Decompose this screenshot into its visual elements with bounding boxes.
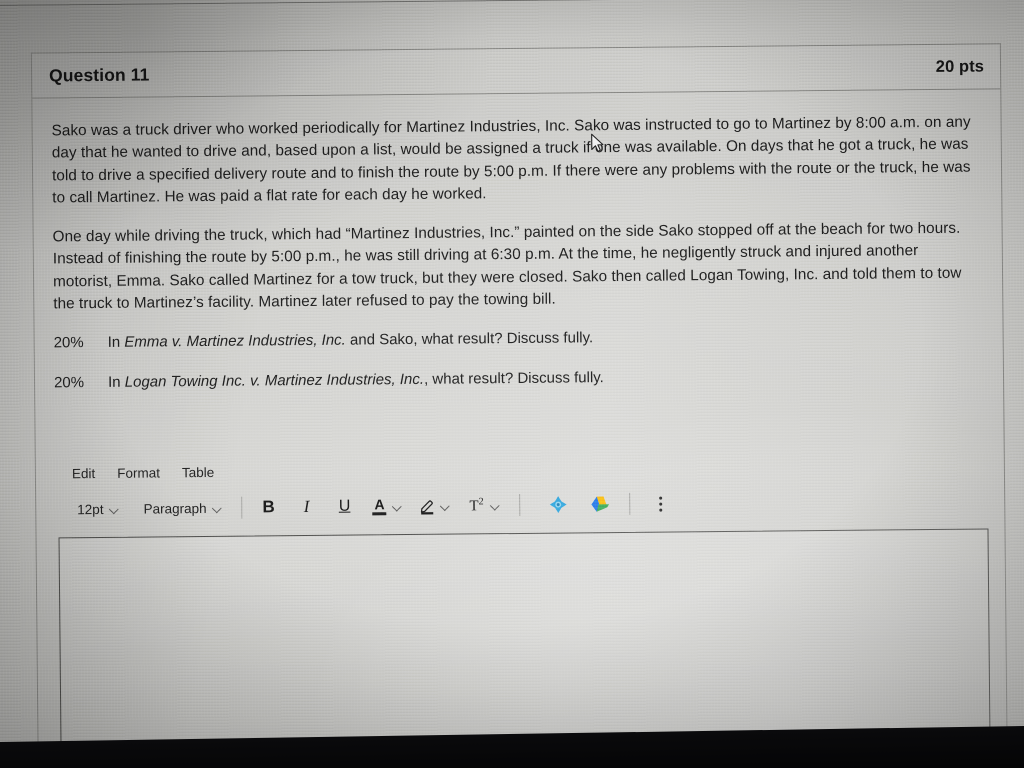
google-drive-icon	[591, 496, 610, 513]
toolbar-separator	[629, 493, 631, 516]
case-citation: Logan Towing Inc. v. Martinez Industries…	[124, 370, 425, 391]
rich-text-editor: Edit Format Table 12pt Paragraph B I U A…	[55, 457, 991, 750]
question-header: Question 11 20 pts	[31, 44, 1001, 99]
block-format-select[interactable]: Paragraph	[137, 498, 230, 520]
chevron-down-icon	[214, 504, 223, 513]
chevron-down-icon	[110, 505, 119, 514]
sub-question-2-percent: 20%	[53, 373, 85, 392]
more-options-kebab-icon	[658, 496, 663, 512]
font-size-value: 12pt	[77, 501, 104, 518]
question-card: Question 11 20 pts Sako was a truck driv…	[30, 43, 1008, 754]
screen-surface: tudents. Question 11 20 pts Sako was a t…	[0, 0, 1024, 768]
menu-item-table[interactable]: Table	[180, 464, 216, 481]
superscript-icon: T2	[469, 496, 484, 515]
toolbar-separator	[519, 494, 521, 517]
highlight-color-button[interactable]	[416, 492, 438, 520]
photographed-monitor-scene: tudents. Question 11 20 pts Sako was a t…	[0, 0, 1024, 768]
chevron-down-icon[interactable]	[394, 502, 403, 511]
text-color-control[interactable]: A	[368, 492, 407, 520]
underline-button[interactable]: U	[329, 493, 359, 521]
case-citation: Emma v. Martinez Industries, Inc.	[124, 331, 346, 351]
sub-question-2-text: In Logan Towing Inc. v. Martinez Industr…	[107, 368, 604, 391]
google-drive-button[interactable]	[585, 490, 615, 518]
text-color-button[interactable]: A	[368, 493, 390, 521]
superscript-control[interactable]: T2	[464, 491, 505, 519]
more-options-button[interactable]	[645, 490, 675, 518]
sub-question-2: 20% In Logan Towing Inc. v. Martinez Ind…	[54, 363, 981, 394]
menu-item-edit[interactable]: Edit	[70, 465, 97, 482]
highlight-color-control[interactable]	[416, 492, 455, 520]
office-365-button[interactable]	[543, 491, 573, 519]
block-format-value: Paragraph	[143, 500, 207, 517]
menu-item-format[interactable]: Format	[115, 465, 162, 482]
sub-question-1-text: In Emma v. Martinez Industries, Inc. and…	[107, 329, 594, 351]
question-body: Sako was a truck driver who worked perio…	[32, 89, 1006, 750]
toolbar-separator	[241, 496, 243, 519]
question-paragraph-1: Sako was a truck driver who worked perio…	[51, 113, 971, 207]
superscript-button[interactable]: T2	[464, 492, 488, 520]
question-points-badge: 20 pts	[935, 56, 985, 76]
text-color-icon: A	[372, 497, 387, 516]
sub-question-1-percent: 20%	[53, 334, 84, 352]
bold-button[interactable]: B	[253, 494, 283, 522]
sub-question-1: 20% In Emma v. Martinez Industries, Inc.…	[54, 323, 981, 354]
font-size-select[interactable]: 12pt	[71, 499, 127, 521]
question-title: Question 11	[48, 63, 150, 85]
italic-button[interactable]: I	[291, 493, 321, 521]
chevron-down-icon[interactable]	[442, 501, 451, 510]
highlighter-pen-icon	[421, 500, 434, 515]
answer-textarea[interactable]	[58, 528, 991, 750]
office-365-icon	[550, 496, 567, 514]
question-paragraph-2: One day while driving the truck, which h…	[52, 219, 962, 313]
chevron-down-icon[interactable]	[492, 501, 501, 510]
